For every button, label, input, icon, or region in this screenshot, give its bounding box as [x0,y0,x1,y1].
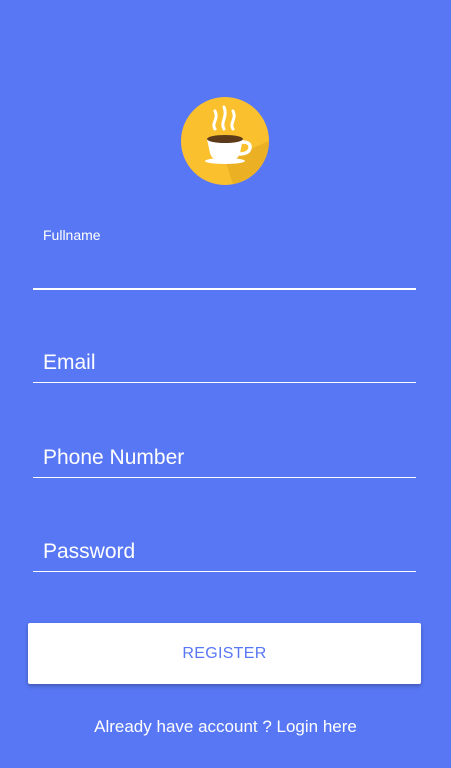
email-underline [33,382,416,383]
fullname-underline [33,288,416,290]
email-field: Email [33,348,416,388]
login-link[interactable]: Already have account ? Login here [0,717,451,737]
phone-number-field: Phone Number [33,443,416,483]
phone-number-underline [33,477,416,478]
email-input[interactable] [43,348,406,380]
password-field: Password [33,537,416,577]
register-button[interactable]: REGISTER [28,623,421,684]
password-input[interactable] [43,537,406,569]
coffee-cup-icon [181,97,269,185]
fullname-field: Fullname [33,222,416,292]
fullname-input[interactable] [43,254,406,282]
fullname-label: Fullname [43,227,101,243]
app-logo [181,97,269,185]
phone-number-input[interactable] [43,443,406,475]
password-underline [33,571,416,572]
